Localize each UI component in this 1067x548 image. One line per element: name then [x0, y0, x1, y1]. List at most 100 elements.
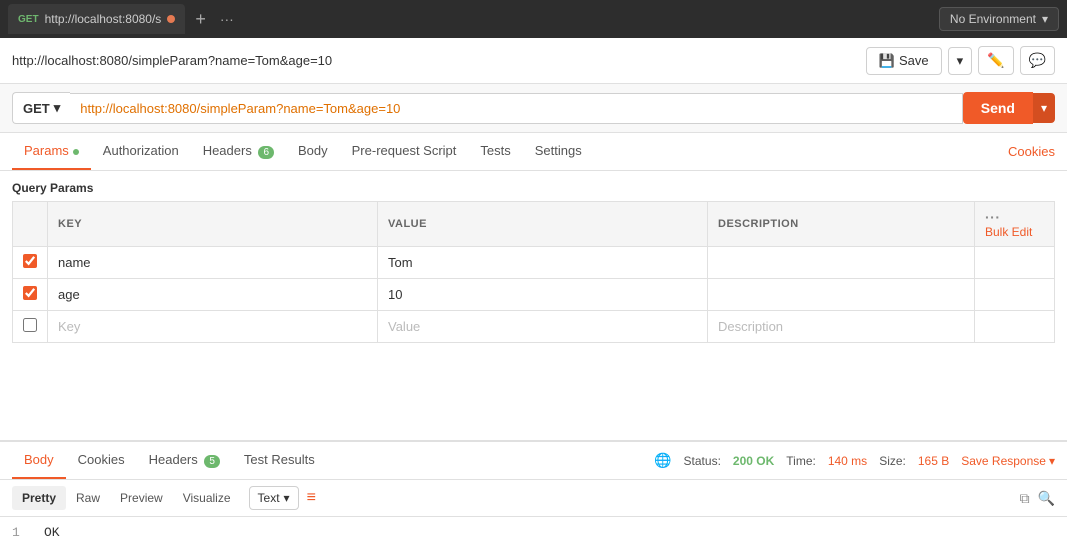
tab-url-label: http://localhost:8080/s — [45, 12, 162, 26]
size-label: Size: — [879, 454, 906, 468]
code-output-area: 1 OK — [0, 517, 1067, 548]
env-chevron-icon: ▾ — [1042, 12, 1048, 26]
query-params-section: Query Params KEY VALUE DESCRIPTION ··· B… — [0, 171, 1067, 343]
line-number: 1 — [12, 525, 32, 540]
method-select[interactable]: GET ▾ — [12, 92, 70, 124]
new-row-checkbox-cell — [13, 311, 48, 343]
send-dropdown-button[interactable]: ▾ — [1033, 93, 1055, 123]
request-tab[interactable]: GET http://localhost:8080/s — [8, 4, 185, 34]
bulk-edit-button[interactable]: Bulk Edit — [985, 225, 1032, 239]
copy-icon[interactable]: ⧉ — [1020, 490, 1030, 507]
tab-settings[interactable]: Settings — [523, 133, 594, 170]
table-row: age 10 — [13, 279, 1055, 311]
request-tabs-row: Params Authorization Headers 6 Body Pre-… — [0, 133, 1067, 171]
save-chevron-icon: ▾ — [957, 53, 964, 69]
row2-actions — [975, 279, 1055, 311]
response-area: Body Cookies Headers 5 Test Results 🌐 St… — [0, 440, 1067, 546]
comment-icon: 💬 — [1029, 52, 1046, 68]
url-input[interactable] — [70, 93, 962, 124]
col-value: VALUE — [378, 202, 708, 247]
row2-value[interactable]: 10 — [378, 279, 708, 311]
more-tabs-button[interactable]: ··· — [216, 11, 238, 27]
row1-description[interactable] — [708, 247, 975, 279]
send-button-wrapper: Send ▾ — [963, 92, 1055, 124]
save-icon: 💾 — [879, 53, 895, 69]
new-key-placeholder: Key — [58, 319, 80, 334]
more-dots-icon[interactable]: ··· — [985, 209, 1001, 225]
new-row-checkbox[interactable] — [23, 318, 37, 332]
new-row-actions — [975, 311, 1055, 343]
fmt-tab-pretty[interactable]: Pretty — [12, 486, 66, 510]
tab-params[interactable]: Params — [12, 133, 91, 170]
method-chevron-icon: ▾ — [54, 100, 61, 116]
row1-key[interactable]: name — [48, 247, 378, 279]
table-row: name Tom — [13, 247, 1055, 279]
environment-selector[interactable]: No Environment ▾ — [939, 7, 1059, 31]
col-actions: ··· Bulk Edit — [975, 202, 1055, 247]
row1-value[interactable]: Tom — [378, 247, 708, 279]
new-desc-placeholder: Description — [718, 319, 783, 334]
response-tabs-row: Body Cookies Headers 5 Test Results 🌐 St… — [0, 442, 1067, 480]
fmt-tab-raw[interactable]: Raw — [66, 486, 110, 510]
cookies-link[interactable]: Cookies — [1008, 144, 1055, 159]
row2-checkbox[interactable] — [23, 286, 37, 300]
fmt-tab-preview[interactable]: Preview — [110, 486, 173, 510]
time-value: 140 ms — [828, 454, 867, 468]
add-tab-button[interactable]: + — [191, 10, 210, 28]
row2-checkbox-cell — [13, 279, 48, 311]
size-value: 165 B — [918, 454, 949, 468]
response-tab-body[interactable]: Body — [12, 442, 66, 479]
search-icon[interactable]: 🔍 — [1038, 490, 1055, 507]
tab-tests[interactable]: Tests — [468, 133, 522, 170]
tab-headers[interactable]: Headers 6 — [191, 133, 286, 170]
row1-checkbox-cell — [13, 247, 48, 279]
response-tab-headers[interactable]: Headers 5 — [137, 442, 232, 479]
col-checkbox — [13, 202, 48, 247]
type-select[interactable]: Text ▾ — [249, 486, 299, 510]
environment-label: No Environment — [950, 12, 1036, 26]
send-button[interactable]: Send — [963, 92, 1033, 124]
fmt-tab-visualize[interactable]: Visualize — [173, 486, 241, 510]
response-headers-badge: 5 — [204, 455, 220, 468]
tab-authorization[interactable]: Authorization — [91, 133, 191, 170]
headers-badge: 6 — [258, 146, 274, 159]
response-meta: 🌐 Status: 200 OK Time: 140 ms Size: 165 … — [654, 452, 1055, 469]
new-row-value-cell[interactable]: Value — [378, 311, 708, 343]
save-label: Save — [899, 53, 929, 68]
col-key: KEY — [48, 202, 378, 247]
pencil-icon: ✏️ — [987, 52, 1004, 68]
row1-checkbox[interactable] — [23, 254, 37, 268]
save-button[interactable]: 💾 Save — [866, 47, 942, 75]
address-bar-area: http://localhost:8080/simpleParam?name=T… — [0, 38, 1067, 84]
save-response-button[interactable]: Save Response ▾ — [961, 454, 1055, 468]
row1-actions — [975, 247, 1055, 279]
col-description: DESCRIPTION — [708, 202, 975, 247]
address-title: http://localhost:8080/simpleParam?name=T… — [12, 53, 332, 68]
query-params-title: Query Params — [12, 181, 1055, 195]
save-response-label: Save Response — [961, 454, 1046, 468]
response-tab-cookies[interactable]: Cookies — [66, 442, 137, 479]
status-label: Status: — [684, 454, 721, 468]
edit-icon-button[interactable]: ✏️ — [978, 46, 1013, 75]
status-value: 200 OK — [733, 454, 774, 468]
new-row-desc-cell[interactable]: Description — [708, 311, 975, 343]
row2-key[interactable]: age — [48, 279, 378, 311]
globe-icon: 🌐 — [654, 452, 671, 469]
save-dropdown-button[interactable]: ▾ — [948, 47, 973, 75]
request-bar: GET ▾ Send ▾ — [0, 84, 1067, 133]
tab-body[interactable]: Body — [286, 133, 340, 170]
code-content: OK — [44, 525, 60, 540]
tab-dot — [167, 15, 175, 23]
tab-prerequest[interactable]: Pre-request Script — [340, 133, 469, 170]
comment-icon-button[interactable]: 💬 — [1020, 46, 1055, 75]
method-value: GET — [23, 101, 50, 116]
response-tab-testresults[interactable]: Test Results — [232, 442, 327, 479]
save-response-chevron-icon: ▾ — [1049, 454, 1055, 468]
top-bar: GET http://localhost:8080/s + ··· No Env… — [0, 0, 1067, 38]
row2-description[interactable] — [708, 279, 975, 311]
new-row-key-cell[interactable]: Key — [48, 311, 378, 343]
new-row: Key Value Description — [13, 311, 1055, 343]
format-bar: Pretty Raw Preview Visualize Text ▾ ≡ ⧉ … — [0, 480, 1067, 517]
address-actions: 💾 Save ▾ ✏️ 💬 — [866, 46, 1055, 75]
wrap-icon[interactable]: ≡ — [307, 489, 316, 507]
